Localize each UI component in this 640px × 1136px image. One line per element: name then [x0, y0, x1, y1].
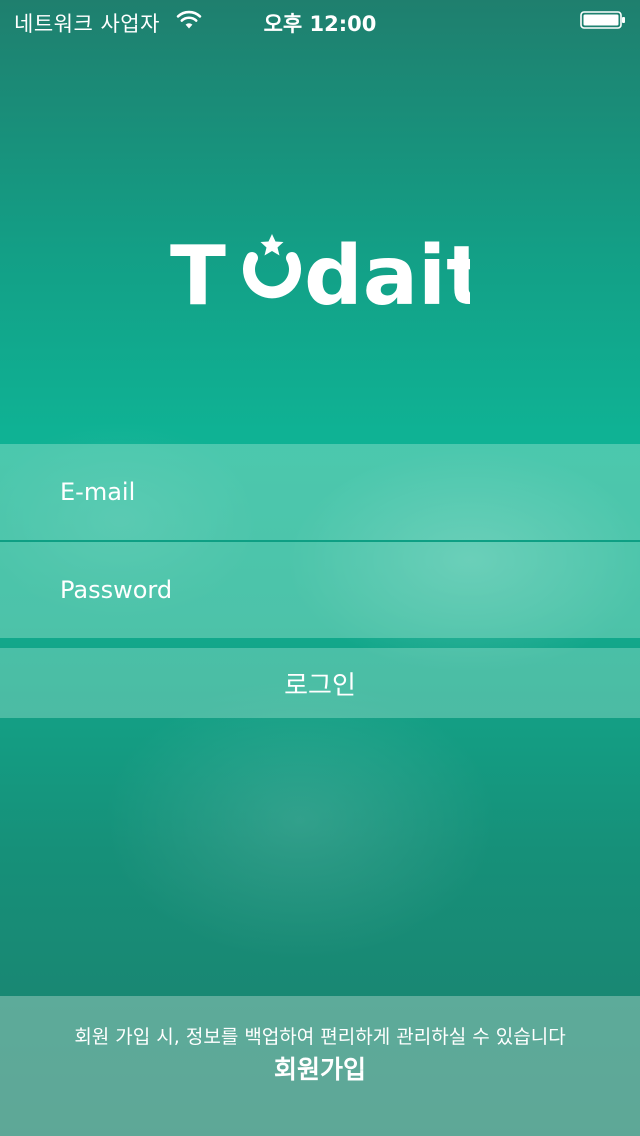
- logo-text-left: T: [170, 229, 226, 318]
- signup-hint-text: 회원 가입 시, 정보를 백업하여 편리하게 관리하실 수 있습니다: [74, 1026, 566, 1048]
- app-logo: T dait: [0, 228, 640, 318]
- signup-button[interactable]: 회원가입: [220, 1048, 420, 1088]
- signup-panel: 회원 가입 시, 정보를 백업하여 편리하게 관리하실 수 있습니다 회원가입: [0, 996, 640, 1136]
- battery-icon: [580, 11, 625, 29]
- email-input[interactable]: [60, 444, 600, 540]
- password-field-container: [0, 542, 640, 638]
- logo-text-right: dait: [304, 229, 470, 318]
- clock-star-icon: [243, 234, 301, 299]
- logo-wordmark: T dait: [170, 229, 470, 318]
- password-input[interactable]: [60, 542, 600, 638]
- status-bar: 네트워크 사업자 오후 12:00: [0, 0, 640, 40]
- email-field-container: [0, 444, 640, 542]
- login-button[interactable]: 로그인: [0, 648, 640, 718]
- status-time: 오후 12:00: [263, 12, 377, 36]
